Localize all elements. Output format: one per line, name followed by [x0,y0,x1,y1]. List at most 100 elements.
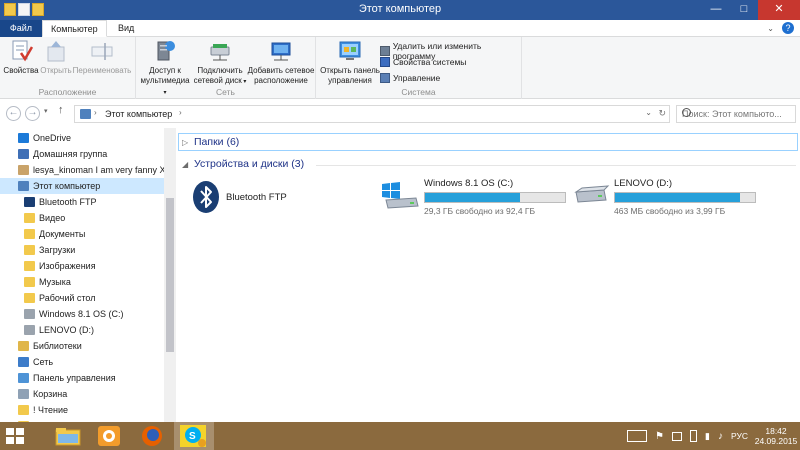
signal-icon[interactable]: ▮ [705,431,710,442]
computer-icon [80,109,91,119]
up-arrow-icon[interactable]: ↑ [58,104,64,116]
map-network-drive-button[interactable]: Подключить сетевой диск ▾ [192,39,248,87]
tab-file[interactable]: Файл [0,20,42,37]
control-panel-button[interactable]: Открыть панель управления [318,39,382,86]
clock-time: 18:42 [765,426,787,436]
language-indicator[interactable]: РУС [731,431,748,441]
sidebar-item-label: Домашняя группа [33,149,108,159]
ribbon-right-controls: ⌄ ? [767,22,794,34]
group-location: Свойства Открыть Переименовать Расположе… [0,37,136,99]
homegroup-icon [18,149,29,159]
libraries-icon [18,341,29,351]
properties-button[interactable]: Свойства [2,39,40,76]
battery-icon[interactable] [690,430,698,442]
chat-icon[interactable] [672,431,683,441]
taskbar: S ⚑ ▮ ♪ РУС 18:42 24.09.2015 [0,422,800,450]
drive-c-free-space: 29,3 ГБ свободно из 92,4 ГБ [424,206,536,216]
drive-d-tile[interactable]: LENOVO (D:) 463 МБ свободно из 3,99 ГБ [570,178,756,216]
chevron-down-icon[interactable]: ◢ [182,160,194,169]
rename-label: Переименовать [72,66,132,75]
navigation-pane: OneDrive Домашняя группа lesya_kinoman I a… [0,128,176,422]
breadcrumb[interactable]: Этот компьютер [105,109,172,119]
forward-button[interactable]: → [25,106,40,121]
sidebar-item[interactable]: OneDrive [0,130,164,146]
sidebar-item[interactable]: Windows 8.1 OS (C:) [0,306,164,322]
network-drive-icon [208,39,232,63]
sidebar-item[interactable]: lesya_kinoman I am very fanny X [0,162,164,178]
control-panel-line1: Открыть панель [320,66,380,75]
tab-view[interactable]: Вид [110,20,142,37]
network-icon [18,357,29,367]
sidebar-item[interactable]: Видео [0,210,164,226]
group-network: Доступ к мультимедиа ▾ Подключить сетево… [136,37,316,99]
content-pane: ▷ Папки (6) ◢ Устройства и диски (3) Blu… [176,128,800,422]
sidebar-item[interactable]: LENOVO (D:) [0,322,164,338]
help-icon[interactable]: ? [782,22,794,34]
sidebar-item[interactable]: Корзина [0,386,164,402]
breadcrumb-separator-icon[interactable]: › [94,108,97,117]
documents-folder-icon [24,229,35,239]
uc-browser-taskbar-button[interactable] [90,422,130,450]
devices-group-header[interactable]: ◢ Устройства и диски (3) [182,158,304,170]
clock[interactable]: 18:42 24.09.2015 [752,426,800,446]
back-button[interactable]: ← [6,106,21,121]
sidebar-item[interactable]: ! Чтение [0,402,164,418]
sidebar-item[interactable]: Документы [0,226,164,242]
user-icon [18,165,29,175]
sidebar-item[interactable]: Музыка [0,274,164,290]
system-properties-button[interactable]: Свойства системы [380,57,466,67]
start-button[interactable] [6,428,24,444]
sidebar-item[interactable]: Библиотеки [0,338,164,354]
map-drive-line1: Подключить [197,66,243,75]
sidebar-item[interactable]: Bluetooth FTP [0,194,164,210]
drive-c-usage-fill [425,193,521,202]
scrollbar-thumb[interactable] [166,198,174,352]
windows-drive-icon [380,178,420,209]
sidebar-item[interactable]: Загрузки [0,242,164,258]
chevron-down-icon[interactable]: ⌄ [767,24,774,33]
firefox-taskbar-button[interactable] [132,422,172,450]
sidebar-item[interactable]: Сеть [0,354,164,370]
drive-c-tile[interactable]: Windows 8.1 OS (C:) 29,3 ГБ свободно из … [380,178,566,216]
folders-group-frame[interactable] [178,133,798,151]
navigation-scrollbar[interactable] [164,128,176,422]
sidebar-item[interactable]: Домашняя группа [0,146,164,162]
sidebar-item[interactable]: Панель управления [0,370,164,386]
chevron-right-icon[interactable]: ▷ [182,138,194,147]
explorer-taskbar-button[interactable] [48,422,88,450]
refresh-icon[interactable]: ↻ [658,108,666,119]
add-network-location-button[interactable]: Добавить сетевое расположение [246,39,316,86]
sidebar-item-label: Bluetooth FTP [39,197,97,207]
recent-locations-icon[interactable]: ▾ [44,107,48,115]
maximize-button[interactable]: □ [730,0,758,20]
sidebar-item[interactable]: Рабочий стол [0,290,164,306]
ribbon-tabs: Файл Компьютер Вид ⌄ ? [0,20,800,37]
address-dropdown-icon[interactable]: ⌄ [645,108,652,117]
flag-icon[interactable]: ⚑ [655,431,664,442]
open-button[interactable]: Открыть [40,39,72,76]
search-icon[interactable] [682,108,691,117]
sidebar-item[interactable]: Изображения [0,258,164,274]
properties-label: Свойства [3,66,39,75]
skype-taskbar-button[interactable]: S [174,422,214,450]
sidebar-item[interactable]: Этот компьютер [0,178,164,194]
sidebar-item-label: Корзина [33,389,68,399]
address-bar[interactable]: › Этот компьютер › ⌄ ↻ [74,105,670,123]
folders-group-header[interactable]: ▷ Папки (6) [182,136,239,148]
close-button[interactable]: ✕ [758,0,800,20]
search-box[interactable]: Поиск: Этот компьюто... [676,105,796,123]
folder-icon [18,405,29,415]
manage-button[interactable]: Управление [380,73,440,83]
tab-computer[interactable]: Компьютер [42,20,107,37]
volume-icon[interactable]: ♪ [718,431,723,442]
search-input[interactable]: Поиск: Этот компьюто... [682,109,782,119]
keyboard-icon[interactable] [627,430,648,442]
bluetooth-device-tile[interactable]: Bluetooth FTP [190,180,287,214]
manage-label: Управление [393,73,441,83]
rename-button[interactable]: Переименовать [72,39,132,76]
minimize-button[interactable]: — [702,0,730,20]
sidebar-item-label: OneDrive [33,133,72,143]
drive-d-usage-fill [615,193,740,202]
manage-icon [380,73,390,83]
breadcrumb-separator-icon[interactable]: › [179,108,182,117]
